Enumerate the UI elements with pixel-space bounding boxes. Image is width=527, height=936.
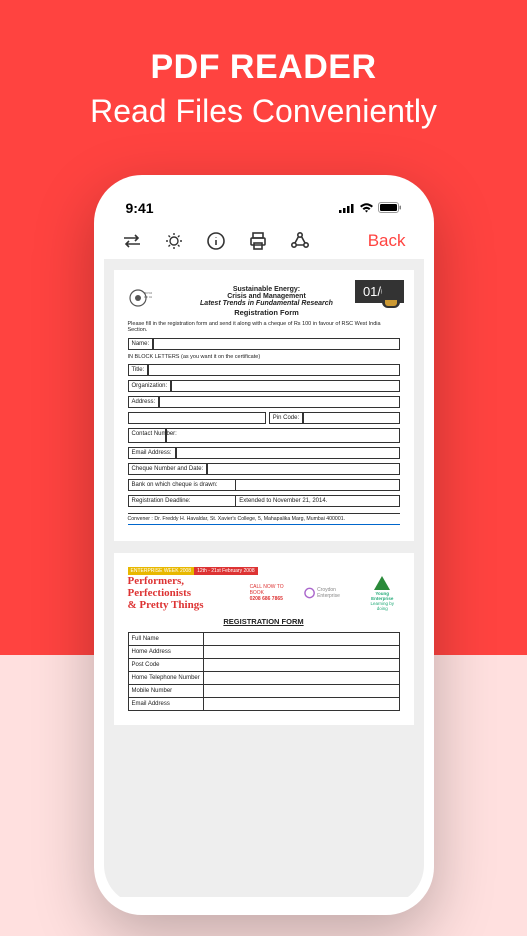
doc1-title4: Registration Form — [152, 308, 382, 317]
field-contact — [166, 428, 400, 443]
shield-logo-icon — [382, 286, 400, 308]
tag-enterprise-week: ENTERPRISE WEEK 2008 — [128, 567, 195, 575]
label-pin: Pin Code: — [269, 412, 303, 424]
swap-icon[interactable] — [122, 231, 142, 251]
label-name: Name: — [128, 338, 154, 350]
table-row: Email Address — [128, 698, 399, 711]
back-button[interactable]: Back — [368, 231, 406, 251]
label-title: Title: — [128, 364, 149, 376]
label-address: Address: — [128, 396, 160, 408]
rsc-logo-icon: ROYAL SOCIETYOF CHEMISTRY — [128, 286, 152, 310]
info-icon[interactable] — [206, 231, 226, 251]
field-email — [176, 447, 400, 459]
table-row: Post Code — [128, 659, 399, 672]
pdf-page-2: ENTERPRISE WEEK 200812th - 21st February… — [114, 553, 414, 725]
table-row: Full Name — [128, 633, 399, 646]
phone-notch — [189, 185, 339, 211]
wifi-icon — [359, 200, 374, 216]
table-row: Home Telephone Number — [128, 672, 399, 685]
toolbar: Back — [104, 221, 424, 260]
label-contact: Contact Number: — [128, 428, 166, 443]
signal-icon — [339, 200, 355, 216]
share-icon[interactable] — [290, 231, 310, 251]
hero-subtitle: Read Files Conveniently — [0, 93, 527, 130]
doc1-title3: Latest Trends in Fundamental Research — [152, 300, 382, 307]
battery-icon — [378, 200, 402, 216]
doc2-title1: Performers, Perfectionists — [128, 575, 242, 599]
field-name — [153, 338, 399, 350]
field-bank — [236, 479, 399, 491]
young-enterprise-logo-icon: Young Enterprise Learning by doing — [365, 576, 400, 611]
field-pin — [303, 412, 399, 424]
status-time: 9:41 — [126, 200, 154, 216]
label-email: Email Address: — [128, 447, 176, 459]
deadline-value: Extended to November 21, 2014. — [236, 495, 399, 507]
table-row: Mobile Number — [128, 685, 399, 698]
label-deadline: Registration Deadline: — [128, 495, 237, 507]
pdf-page-1: 01/02 ROYAL SOCIETYOF CHEMISTRY Sustaina… — [114, 270, 414, 541]
field-org — [171, 380, 399, 392]
field-address — [159, 396, 399, 408]
svg-text:OF CHEMISTRY: OF CHEMISTRY — [144, 295, 152, 299]
hero-title: PDF READER — [0, 0, 527, 87]
doc2-reg-title: REGISTRATION FORM — [128, 617, 400, 626]
field-address2 — [128, 412, 266, 424]
label-org: Organization: — [128, 380, 172, 392]
croydon-logo-icon: Croydon Enterprise — [304, 587, 357, 599]
doc1-title2: Crisis and Management — [152, 293, 382, 300]
doc2-title2: & Pretty Things — [128, 599, 242, 611]
convener-info: Convener : Dr. Freddy H. Havaldar, St. X… — [128, 513, 400, 525]
field-cheque — [207, 463, 399, 475]
brightness-icon[interactable] — [164, 231, 184, 251]
field-title — [148, 364, 399, 376]
pdf-content[interactable]: 01/02 ROYAL SOCIETYOF CHEMISTRY Sustaina… — [104, 260, 424, 897]
call-now: CALL NOW TO BOOK 0208 686 7865 — [250, 584, 296, 602]
phone-frame: 9:41 — [94, 175, 434, 915]
print-icon[interactable] — [248, 231, 268, 251]
tag-date: 12th - 21st February 2008 — [194, 567, 258, 575]
label-bank: Bank on which cheque is drawn: — [128, 479, 237, 491]
table-row: Home Address — [128, 646, 399, 659]
doc2-form-table: Full Name Home Address Post Code Home Te… — [128, 632, 400, 711]
block-letters-note: IN BLOCK LETTERS (as you want it on the … — [128, 354, 400, 360]
doc1-instructions: Please fill in the registration form and… — [128, 321, 400, 333]
doc1-title1: Sustainable Energy: — [152, 286, 382, 293]
label-cheque: Cheque Number and Date: — [128, 463, 208, 475]
